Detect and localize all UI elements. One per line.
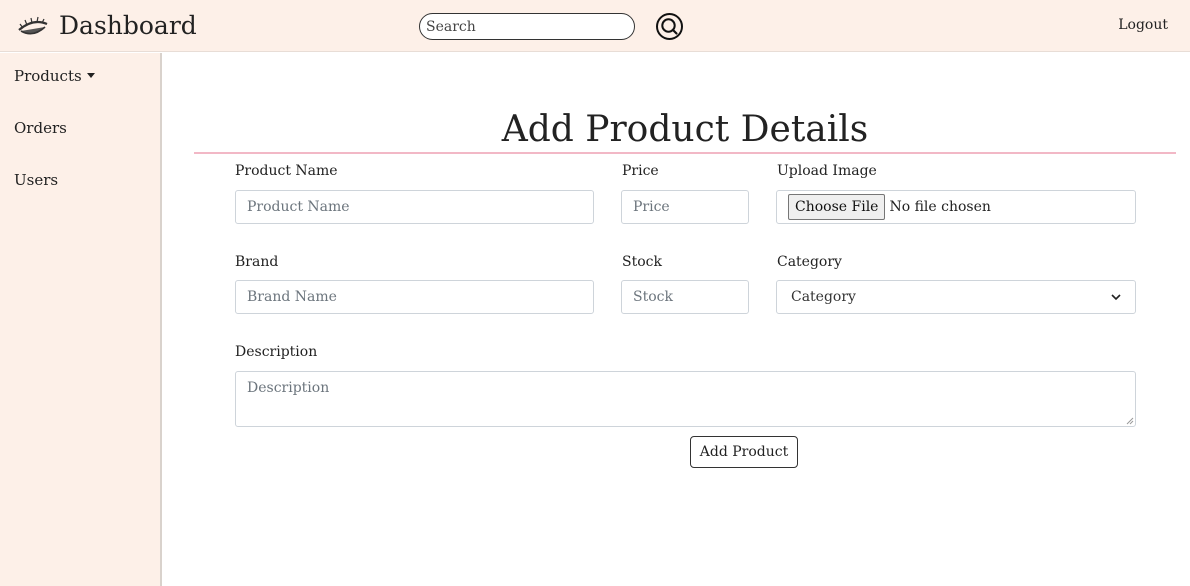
sidebar-item-users[interactable]: Users: [14, 171, 58, 189]
brand-title: Dashboard: [59, 10, 197, 40]
stock-input[interactable]: [621, 280, 749, 314]
add-product-button[interactable]: Add Product: [690, 436, 798, 468]
sidebar-item-label: Products: [14, 67, 82, 85]
sidebar-item-label: Users: [14, 171, 59, 189]
sidebar-item-orders[interactable]: Orders: [14, 119, 67, 137]
stock-label: Stock: [622, 254, 662, 270]
description-label: Description: [235, 344, 318, 360]
search-icon: [656, 13, 683, 40]
brand[interactable]: Dashboard: [17, 6, 197, 44]
product-name-label: Product Name: [235, 163, 338, 179]
product-name-input[interactable]: [235, 190, 594, 224]
sidebar-item-products[interactable]: Products: [14, 67, 95, 85]
title-divider: [194, 152, 1176, 154]
brand-input[interactable]: [235, 280, 594, 314]
file-status-text: No file chosen: [889, 199, 991, 215]
price-label: Price: [622, 163, 659, 179]
resize-handle-icon[interactable]: [1126, 417, 1134, 425]
description-textarea[interactable]: [235, 371, 1136, 427]
brand-label: Brand: [235, 254, 279, 270]
upload-image-label: Upload Image: [777, 163, 877, 179]
image-file-input: Choose File No file chosen: [776, 190, 1136, 224]
sidebar: Products Orders Users: [0, 53, 162, 586]
category-label: Category: [777, 254, 842, 270]
price-input[interactable]: [621, 190, 749, 224]
choose-file-button[interactable]: Choose File: [788, 194, 886, 220]
top-navbar: Dashboard Logout: [0, 0, 1190, 52]
search-input[interactable]: [419, 13, 635, 40]
sidebar-item-label: Orders: [14, 119, 67, 137]
chevron-down-icon: [1111, 294, 1121, 301]
category-select[interactable]: Category: [776, 280, 1136, 314]
eyelash-logo-icon: [18, 16, 48, 35]
page-title: Add Product Details: [501, 109, 869, 150]
search-button[interactable]: [655, 12, 684, 41]
category-selected-value: Category: [791, 289, 856, 305]
caret-down-icon: [86, 73, 95, 78]
logout-link[interactable]: Logout: [1118, 17, 1168, 33]
